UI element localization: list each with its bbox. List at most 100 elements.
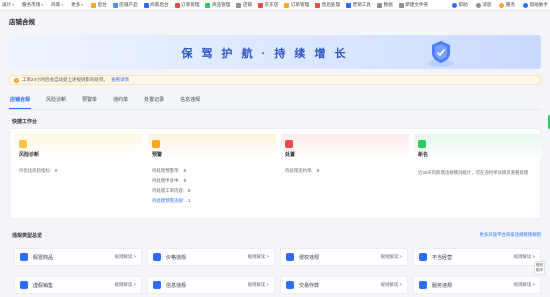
row-value: 0 (54, 168, 58, 173)
top-menu-3[interactable]: 更多 ▾ (71, 2, 83, 8)
bookmark-6[interactable]: 京东店 (258, 2, 278, 8)
row-label: 待处理工单内容: (152, 188, 184, 193)
violation-item-2[interactable]: 侵权违规 规则解读 > (280, 248, 408, 266)
hero-banner: 保 驾 护 航 · 持 续 增 长 (9, 35, 541, 69)
rule-link[interactable]: 规则解读 > (381, 282, 402, 288)
page-title: 店铺合规 (9, 19, 35, 26)
bookmark-10[interactable]: 数据 (377, 2, 393, 8)
card-title: 新名 (418, 152, 429, 158)
bookmark-0[interactable]: 后台 (91, 2, 107, 8)
violation-label: 侵权违规 (299, 254, 320, 261)
violation-item-7[interactable]: 服务违规 规则解读 > (413, 276, 541, 294)
toolbar-right-item-0[interactable]: 帮助 (452, 2, 468, 8)
improper-icon (419, 253, 427, 261)
bookmark-11[interactable]: 新建文件夹 (398, 2, 429, 8)
bookmark-9[interactable]: 营销工具 (346, 2, 371, 8)
rule-link[interactable]: 规则解读 > (514, 254, 535, 260)
bookmark-1[interactable]: 店铺产品 (112, 2, 138, 8)
rule-link[interactable]: 规则解读 > (381, 254, 402, 260)
bookmark-label: 售后处理 (321, 2, 341, 7)
bookmark-icon (205, 2, 211, 8)
chevron-down-icon: ▾ (12, 3, 14, 7)
tab-2[interactable]: 预警单 (81, 96, 98, 109)
bookmark-label: 商家后台 (150, 2, 169, 7)
bookmark-4[interactable]: 商品管理 (205, 2, 230, 8)
violation-item-6[interactable]: 交易作弊 规则解读 > (280, 276, 408, 294)
banner-slogan: 保 驾 护 航 · 持 续 增 长 (181, 48, 349, 60)
violation-label: 服务违规 (432, 282, 453, 289)
bookmark-2[interactable]: 商家后台 (143, 2, 169, 8)
violation-label: 假冒商品 (33, 254, 54, 261)
bookmark-label: 订单管理 (290, 2, 310, 7)
bookmark-label: 营销工具 (352, 2, 371, 7)
row-label: 待处理申诉中: (152, 178, 180, 183)
bookmark-icon (143, 2, 149, 8)
workbench-card-0[interactable]: 风险诊断 待优化风险指标: 0 (15, 134, 143, 214)
tab-0[interactable]: 店铺合规 (9, 96, 32, 109)
row-label: 待优化风险指标: (19, 168, 51, 173)
toolbar-left: 设计 ▾ 服务市场 ▾ 商家 ▾ 更多 ▾ 后台 店铺产品 商家后台 订单管理 商品管理 店铺 京东店 订单管… (2, 2, 434, 8)
rule-link[interactable]: 规则解读 > (514, 282, 535, 288)
tab-4[interactable]: 处置记录 (143, 96, 165, 109)
violation-item-5[interactable]: 信息违规 规则解读 > (147, 276, 275, 294)
bookmark-label: 店铺 (242, 2, 253, 7)
violation-item-4[interactable]: 虚假销售 规则解读 > (14, 276, 142, 294)
rule-link[interactable]: 规则解读 > (248, 282, 269, 288)
workbench-panel: 风险诊断 待优化风险指标: 0 预警 待处理预警单: 0 待处理申诉中: 0 待处理工单内容: 0… (9, 128, 542, 219)
notice-link[interactable]: 查看详情 (111, 77, 129, 83)
violation-item-1[interactable]: 价格违规 规则解读 > (147, 248, 275, 266)
workbench-card-2[interactable]: 处置 待处理违约单: 0 (281, 134, 409, 214)
bookmark-icon (236, 2, 242, 8)
new-icon (418, 140, 426, 148)
top-menu-0[interactable]: 设计 ▾ (2, 2, 14, 8)
row-value: 0 (316, 168, 320, 173)
bookmark-label: 商品管理 (211, 2, 231, 7)
top-menu-2[interactable]: 商家 ▾ (51, 2, 63, 8)
rules-link[interactable]: 更多开放平台商家违规管理规则 (480, 232, 541, 238)
top-menu-1[interactable]: 服务市场 ▾ (22, 2, 43, 8)
disposal-icon (285, 140, 293, 148)
card-header: 新名 (414, 134, 542, 158)
row-value: 0 (183, 178, 187, 183)
bookmark-5[interactable]: 店铺 (236, 2, 252, 8)
row-value: 0 (183, 168, 187, 173)
tab-3[interactable]: 违约单 (112, 96, 129, 109)
workbench-card-1[interactable]: 预警 待处理预警单: 0 待处理申诉中: 0 待处理工单内容: 0 待处理预警违规: 1 (148, 134, 276, 214)
violation-label: 价格违规 (166, 254, 187, 261)
notice-text: 工单24小时后会自动受上述规则影响处罚。 (22, 77, 109, 82)
toolbar-right-item-1[interactable]: 消息 (475, 2, 491, 8)
bookmark-3[interactable]: 订单管理 (174, 2, 199, 8)
infringement-icon (286, 253, 294, 261)
card-row[interactable]: 待处理预警违规: 1 (152, 198, 190, 204)
tab-5[interactable]: 信息违规 (179, 96, 201, 109)
float-line1: 规则 (536, 263, 543, 267)
rules-assistant-button[interactable]: 规则 助手 (534, 261, 545, 275)
violation-label: 交易作弊 (299, 282, 320, 289)
violation-item-3[interactable]: 不当经营 规则解读 > (413, 248, 541, 266)
rule-link[interactable]: 规则解读 > (115, 282, 136, 288)
rule-link[interactable]: 规则解读 > (248, 254, 269, 260)
bookmark-8[interactable]: 售后处理 (315, 2, 340, 8)
menu-label: 服务市场 (21, 2, 41, 7)
chevron-down-icon: ▾ (81, 3, 84, 7)
card-row: 待优化风险指标: 0 (19, 168, 57, 174)
rule-link[interactable]: 规则解读 > (115, 254, 136, 260)
price-icon (153, 253, 161, 261)
bookmark-icon (346, 2, 352, 8)
violation-item-0[interactable]: 假冒商品 规则解读 > (14, 248, 142, 266)
workbench-card-3[interactable]: 新名 近30天内新增违规情况统计，可在违约单详情页查看处理 (414, 134, 542, 214)
bookmark-icon (315, 2, 321, 8)
row-value: 1 (187, 198, 191, 203)
bookmark-label: 新建文件夹 (405, 2, 429, 7)
card-header: 预警 (148, 134, 276, 158)
toolbar-icon (499, 2, 505, 8)
bookmark-label: 数据 (383, 2, 393, 7)
service-icon (419, 281, 427, 289)
bookmark-icon (284, 2, 290, 8)
card-row: 待处理申诉中: 0 (152, 178, 186, 184)
toolbar-right-item-3[interactable]: 帮助助手 (523, 2, 548, 8)
toolbar-right-item-2[interactable]: 服务 (499, 2, 515, 8)
menu-label: 更多 (71, 2, 81, 7)
bookmark-7[interactable]: 订单管理 (284, 2, 309, 8)
tab-1[interactable]: 风险诊断 (45, 96, 67, 109)
